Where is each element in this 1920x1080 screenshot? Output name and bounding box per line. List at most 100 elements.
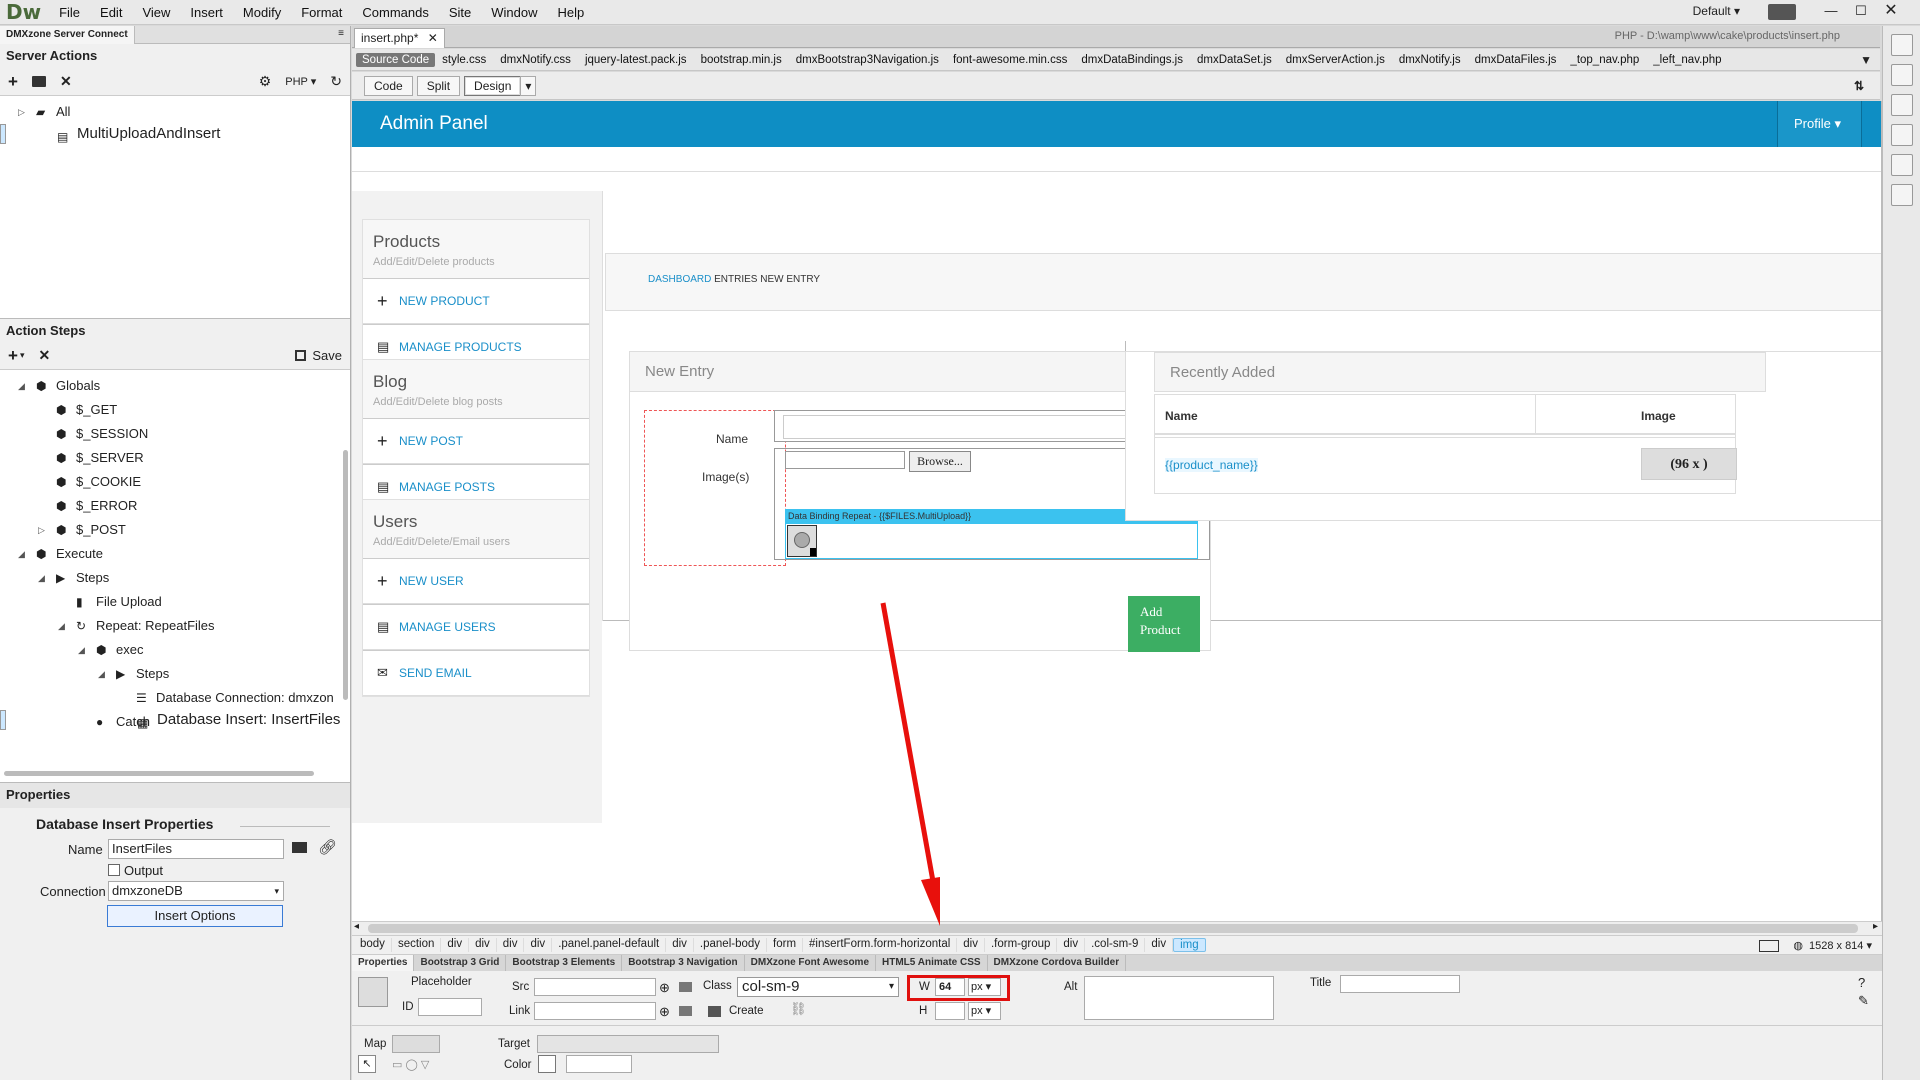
- file-input[interactable]: [785, 451, 905, 469]
- tree-item[interactable]: ⬢ $_ERROR: [0, 494, 350, 518]
- property-tab[interactable]: DMXzone Font Awesome: [745, 955, 877, 971]
- add-icon[interactable]: +: [8, 72, 18, 92]
- menu-file[interactable]: File: [49, 5, 90, 20]
- sync-settings-icon[interactable]: [1768, 4, 1796, 20]
- property-tab[interactable]: HTML5 Animate CSS: [876, 955, 988, 971]
- menu-modify[interactable]: Modify: [233, 5, 291, 20]
- property-tab[interactable]: Properties: [352, 955, 415, 971]
- related-file[interactable]: dmxDataSet.js: [1190, 54, 1279, 66]
- related-file[interactable]: dmxDataBindings.js: [1074, 54, 1190, 66]
- open-folder-icon[interactable]: [292, 842, 307, 853]
- tree-item[interactable]: ◢ ▶ Steps: [0, 662, 350, 686]
- tag-div[interactable]: div: [1057, 938, 1086, 952]
- tag-body[interactable]: body: [354, 938, 392, 952]
- point-to-file-icon[interactable]: ⊕: [659, 980, 670, 996]
- php-selector[interactable]: PHP ▾: [285, 75, 316, 88]
- sidebar-link[interactable]: + NEW POST: [363, 418, 589, 464]
- tree-item[interactable]: ● Catch: [0, 710, 350, 734]
- property-tab[interactable]: Bootstrap 3 Navigation: [622, 955, 745, 971]
- tree-item[interactable]: ▤ MultiUploadAndInsert: [0, 124, 220, 144]
- vertical-scrollbar[interactable]: [343, 450, 348, 700]
- edit-image-icon[interactable]: [708, 1006, 721, 1017]
- maximize-icon[interactable]: ☐: [1846, 0, 1876, 22]
- sidebar-link[interactable]: + NEW USER: [363, 558, 589, 604]
- menu-view[interactable]: View: [132, 5, 180, 20]
- tag-div[interactable]: div: [666, 938, 694, 952]
- tag-div[interactable]: div: [497, 938, 525, 952]
- view-dropdown-icon[interactable]: ▾: [520, 75, 537, 96]
- related-file[interactable]: dmxBootstrap3Navigation.js: [789, 54, 946, 66]
- tree-item[interactable]: ◢ ▶ Steps: [0, 566, 350, 590]
- src-input[interactable]: [534, 978, 656, 996]
- horizontal-scrollbar[interactable]: [4, 771, 314, 776]
- tree-item[interactable]: ◢ ↻ Repeat: RepeatFiles: [0, 614, 350, 638]
- related-file[interactable]: dmxNotify.js: [1392, 54, 1468, 66]
- tab-server-connect[interactable]: DMXzone Server Connect: [0, 26, 135, 44]
- menu-site[interactable]: Site: [439, 5, 481, 20]
- color-input[interactable]: [566, 1055, 632, 1073]
- add-product-button[interactable]: Add Product: [1128, 596, 1200, 652]
- sidebar-link[interactable]: ✉ SEND EMAIL: [363, 650, 589, 696]
- property-tab[interactable]: Bootstrap 3 Elements: [506, 955, 623, 971]
- source-code-tab[interactable]: Source Code: [356, 52, 436, 67]
- menu-help[interactable]: Help: [548, 5, 595, 20]
- breadcrumb-dashboard[interactable]: DASHBOARD: [648, 274, 711, 285]
- workspace-switcher[interactable]: Default ▾: [1693, 4, 1740, 18]
- property-tab[interactable]: DMXzone Cordova Builder: [988, 955, 1127, 971]
- expand-arrow-icon[interactable]: ◢: [78, 638, 85, 662]
- expand-arrow-icon[interactable]: ◢: [18, 374, 25, 398]
- browse-button[interactable]: Browse...: [909, 451, 971, 472]
- device-preview-icon[interactable]: [1759, 940, 1780, 953]
- create-label[interactable]: Create: [729, 1005, 764, 1017]
- name-field[interactable]: InsertFiles: [108, 839, 284, 859]
- related-file[interactable]: dmxDataFiles.js: [1468, 54, 1564, 66]
- height-input[interactable]: [935, 1002, 965, 1020]
- point-to-link-icon[interactable]: ⊕: [659, 1004, 670, 1020]
- search-icon[interactable]: [1891, 94, 1913, 116]
- related-file[interactable]: font-awesome.min.css: [946, 54, 1074, 66]
- expand-arrow-icon[interactable]: ◢: [58, 614, 65, 638]
- expand-arrow-icon[interactable]: ◢: [98, 662, 105, 686]
- delete-step-icon[interactable]: ✕: [38, 347, 50, 364]
- refresh-icon[interactable]: ↻: [330, 73, 342, 90]
- tree-item[interactable]: ⬢ $_SERVER: [0, 446, 350, 470]
- menu-insert[interactable]: Insert: [180, 5, 233, 20]
- scroll-right-icon[interactable]: ▸: [1873, 921, 1878, 932]
- tree-item[interactable]: ⬢ $_SESSION: [0, 422, 350, 446]
- connection-select[interactable]: dmxzoneDB ▾: [108, 881, 284, 901]
- tree-item[interactable]: ▮ File Upload: [0, 590, 350, 614]
- related-file[interactable]: dmxServerAction.js: [1279, 54, 1392, 66]
- panel-menu-icon[interactable]: ≡: [338, 28, 344, 39]
- tag-insertFormformhorizontal[interactable]: #insertForm.form-horizontal: [803, 938, 958, 952]
- tree-item[interactable]: ▷ ▰ All: [0, 100, 350, 124]
- title-input[interactable]: [1340, 975, 1460, 993]
- expand-arrow-icon[interactable]: ◢: [18, 542, 25, 566]
- expand-arrow-icon[interactable]: ▷: [18, 100, 25, 124]
- tag-formgroup[interactable]: .form-group: [985, 938, 1058, 952]
- tag-section[interactable]: section: [392, 938, 442, 952]
- filter-icon[interactable]: ▼: [1860, 53, 1872, 67]
- save-button[interactable]: Save: [295, 348, 342, 363]
- tag-div[interactable]: div: [441, 938, 470, 952]
- minimize-icon[interactable]: —: [1816, 0, 1846, 22]
- related-file[interactable]: _top_nav.php: [1563, 54, 1646, 66]
- expand-arrow-icon[interactable]: ▷: [38, 518, 45, 542]
- tree-item[interactable]: ☰ Database Connection: dmxzon: [0, 686, 350, 710]
- link-input[interactable]: [534, 1002, 656, 1020]
- tag-panelbody[interactable]: .panel-body: [694, 938, 768, 952]
- code-view-button[interactable]: Code: [364, 75, 413, 96]
- expand-arrow-icon[interactable]: ◢: [38, 566, 45, 590]
- tag-colsm9[interactable]: .col-sm-9: [1085, 938, 1146, 952]
- link-icon[interactable]: 🔗︎: [318, 838, 337, 856]
- tree-item[interactable]: ⬢ $_COOKIE: [0, 470, 350, 494]
- gear-icon[interactable]: ⚙: [259, 73, 272, 90]
- target-select[interactable]: [537, 1035, 719, 1053]
- id-input[interactable]: [418, 998, 482, 1016]
- menu-edit[interactable]: Edit: [90, 5, 132, 20]
- color-swatch[interactable]: [538, 1055, 556, 1073]
- tag-img[interactable]: img: [1173, 938, 1206, 952]
- menu-format[interactable]: Format: [291, 5, 352, 20]
- window-size[interactable]: ◍ 1528 x 814 ▾: [1759, 939, 1872, 953]
- tag-div[interactable]: div: [957, 938, 985, 952]
- tag-div[interactable]: div: [524, 938, 553, 952]
